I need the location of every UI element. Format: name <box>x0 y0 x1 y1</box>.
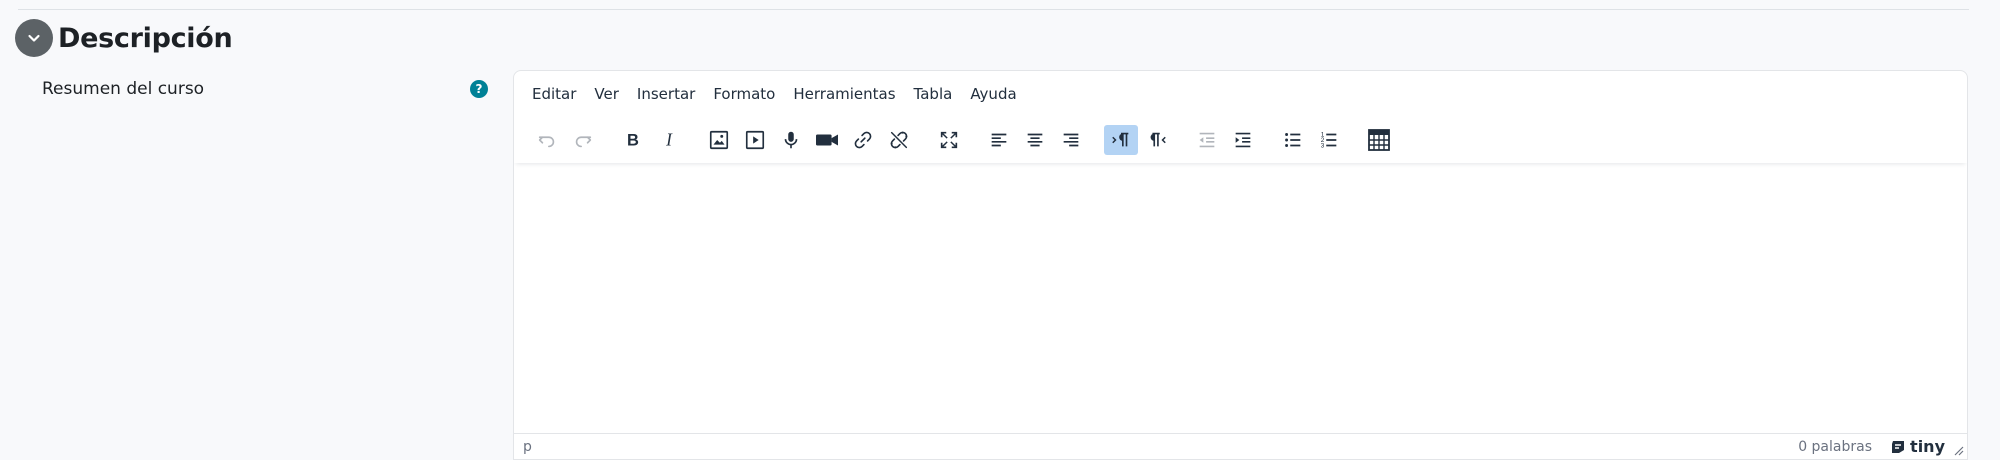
tiny-logo-icon <box>1892 440 1905 453</box>
menu-insertar[interactable]: Insertar <box>628 81 704 107</box>
bold-button[interactable]: B <box>616 125 650 155</box>
indent-button[interactable] <box>1226 125 1260 155</box>
word-count[interactable]: 0 palabras <box>1798 439 1872 455</box>
menu-formato[interactable]: Formato <box>704 81 784 107</box>
indent-icon <box>1235 132 1251 148</box>
element-path[interactable]: p <box>523 439 532 455</box>
undo-icon <box>538 136 555 148</box>
media-icon <box>745 130 765 150</box>
record-video-button[interactable] <box>810 125 844 155</box>
menu-tabla[interactable]: Tabla <box>905 81 962 107</box>
unlink-button[interactable] <box>882 125 916 155</box>
right-to-left-icon <box>1150 132 1166 147</box>
image-icon <box>709 130 729 150</box>
insert-media-button[interactable] <box>738 125 772 155</box>
insert-link-button[interactable] <box>846 125 880 155</box>
redo-icon <box>575 136 592 148</box>
link-icon <box>854 131 872 149</box>
video-camera-icon <box>816 134 838 146</box>
bold-icon: B <box>627 132 639 150</box>
menu-ayuda[interactable]: Ayuda <box>961 81 1025 107</box>
chevron-down-icon <box>28 34 40 42</box>
editor-menubar: Editar Ver Insertar Formato Herramientas… <box>514 71 1967 117</box>
italic-button[interactable]: I <box>652 125 686 155</box>
svg-text:I: I <box>665 130 673 150</box>
bullet-list-button[interactable] <box>1276 125 1310 155</box>
editor-content-area[interactable] <box>514 163 1967 435</box>
record-audio-button[interactable] <box>774 125 808 155</box>
ltr-direction-button[interactable] <box>1104 125 1138 155</box>
tiny-logo[interactable]: tiny <box>1890 437 1945 456</box>
fullscreen-button[interactable] <box>932 125 966 155</box>
align-left-button[interactable] <box>982 125 1016 155</box>
table-icon <box>1368 129 1390 151</box>
editor-toolbar: B I 1 2 3 <box>514 117 1967 163</box>
svg-text:B: B <box>627 132 639 150</box>
unlink-icon <box>890 131 908 149</box>
menu-ver[interactable]: Ver <box>585 81 628 107</box>
align-center-icon <box>1027 133 1043 147</box>
top-divider <box>18 9 1969 10</box>
numbered-list-icon: 123 <box>1321 131 1337 149</box>
fullscreen-icon <box>940 131 958 149</box>
left-to-right-icon <box>1112 132 1129 147</box>
menu-herramientas[interactable]: Herramientas <box>784 81 904 107</box>
field-label: Resumen del curso <box>42 79 205 99</box>
numbered-list-button[interactable]: 123 <box>1312 125 1346 155</box>
collapse-section-button[interactable] <box>15 19 53 57</box>
insert-table-button[interactable] <box>1362 125 1396 155</box>
outdent-icon <box>1199 132 1215 148</box>
section-title: Descripción <box>58 22 233 54</box>
menu-editar[interactable]: Editar <box>523 81 585 107</box>
align-left-icon <box>991 133 1007 147</box>
undo-button[interactable] <box>530 125 564 155</box>
insert-image-button[interactable] <box>702 125 736 155</box>
outdent-button[interactable] <box>1190 125 1224 155</box>
align-center-button[interactable] <box>1018 125 1052 155</box>
bullet-list-icon <box>1285 133 1301 147</box>
rtl-direction-button[interactable] <box>1140 125 1174 155</box>
rich-text-editor: Editar Ver Insertar Formato Herramientas… <box>513 70 1968 460</box>
svg-text:3: 3 <box>1321 142 1325 149</box>
microphone-icon <box>784 131 798 149</box>
italic-icon: I <box>665 130 673 150</box>
align-right-button[interactable] <box>1054 125 1088 155</box>
section-header: Descripción <box>15 19 233 57</box>
help-icon[interactable]: ? <box>470 80 488 98</box>
resize-handle-icon[interactable] <box>1952 444 1964 456</box>
editor-statusbar: p 0 palabras tiny <box>514 433 1967 459</box>
tiny-brand-label: tiny <box>1910 437 1945 456</box>
align-right-icon <box>1063 133 1079 147</box>
redo-button[interactable] <box>566 125 600 155</box>
